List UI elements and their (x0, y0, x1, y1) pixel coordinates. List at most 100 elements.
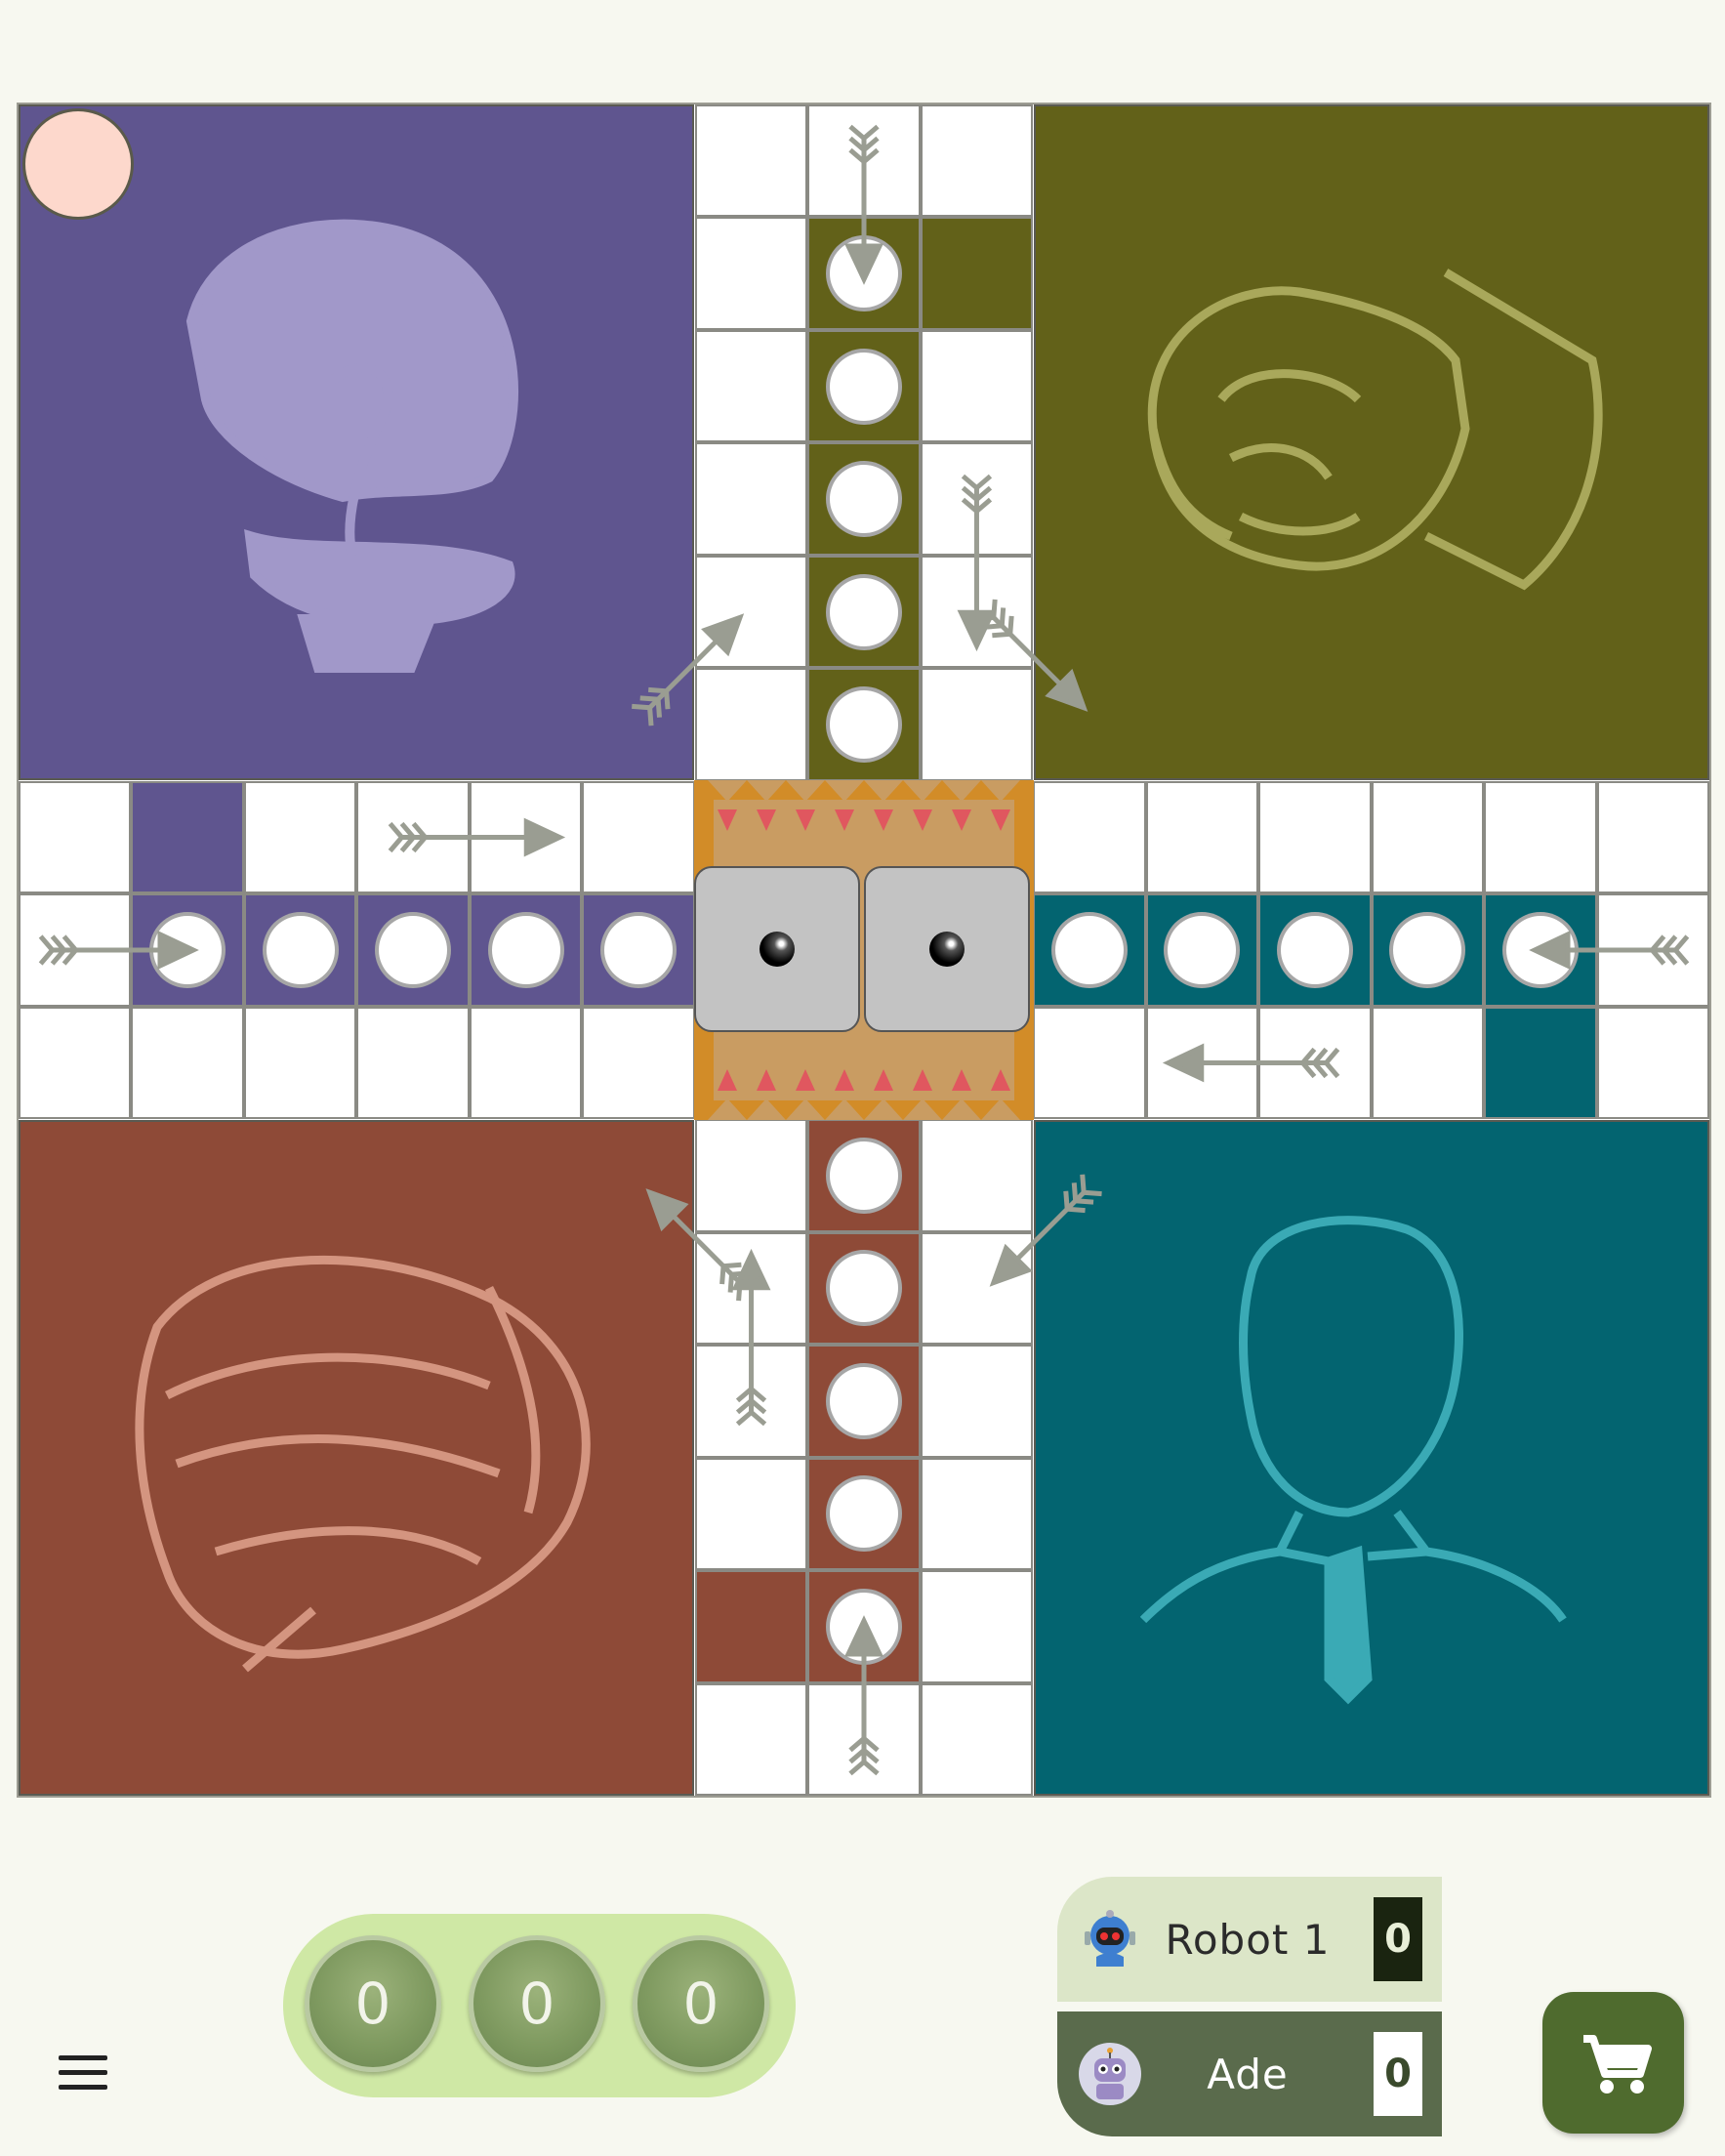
board-cell[interactable] (694, 668, 808, 781)
board-cell[interactable] (19, 1006, 132, 1120)
player-row-ade[interactable]: Ade 0 (1057, 2011, 1442, 2136)
board-cell[interactable] (469, 780, 583, 894)
teal-yard (1034, 1120, 1709, 1796)
board-cell[interactable] (694, 1570, 808, 1683)
board-cell[interactable] (920, 555, 1034, 669)
board-cell[interactable] (920, 1682, 1034, 1796)
board-cell[interactable] (1484, 1006, 1597, 1120)
board-cell[interactable] (920, 104, 1034, 218)
home-spot (826, 573, 902, 650)
board-cell[interactable] (694, 329, 808, 443)
board-cell[interactable] (582, 1006, 695, 1120)
die-left[interactable] (694, 866, 860, 1032)
player-token[interactable] (22, 108, 134, 220)
board-cell[interactable] (807, 1682, 921, 1796)
board-cell[interactable] (19, 780, 132, 894)
board-cell[interactable] (694, 442, 808, 556)
board-cell[interactable] (131, 780, 244, 894)
player-score: 0 (1374, 1897, 1422, 1981)
purple-portrait-art (185, 219, 518, 673)
board-cell[interactable] (1484, 780, 1597, 894)
board-cell[interactable] (920, 217, 1034, 330)
die-pip (760, 932, 795, 967)
home-spot (1389, 912, 1466, 988)
robot-avatar-icon (1079, 2043, 1141, 2105)
board-cell[interactable] (920, 668, 1034, 781)
shopping-cart-button[interactable] (1542, 1992, 1684, 2134)
board-cell[interactable] (920, 1570, 1034, 1683)
board-cell[interactable] (920, 1457, 1034, 1571)
board-cell[interactable] (694, 555, 808, 669)
board-cell[interactable] (920, 442, 1034, 556)
board-cell[interactable] (694, 1119, 808, 1232)
board-cell[interactable] (356, 780, 470, 894)
brown-yard (19, 1120, 694, 1796)
hamburger-menu-icon[interactable] (49, 2051, 117, 2099)
die-right[interactable] (864, 866, 1030, 1032)
player-name: Robot 1 (1165, 1915, 1331, 1964)
board-cell[interactable] (694, 217, 808, 330)
board-cell[interactable] (920, 1231, 1034, 1346)
counter-3: 0 (633, 1935, 769, 2072)
board-cell[interactable] (694, 104, 808, 218)
home-spot (826, 348, 902, 425)
home-spot (826, 461, 902, 538)
home-spot (1164, 912, 1241, 988)
board-cell[interactable] (1145, 1006, 1259, 1120)
board-cell[interactable] (131, 1006, 244, 1120)
board-cell[interactable] (582, 780, 695, 894)
counter-1: 0 (305, 1935, 441, 2072)
home-spot (826, 1588, 902, 1665)
board-cell[interactable] (1258, 1006, 1372, 1120)
home-spot (600, 912, 678, 988)
olive-yard (1034, 104, 1709, 780)
player-score: 0 (1374, 2032, 1422, 2116)
board-cell[interactable] (356, 1006, 470, 1120)
player-name: Ade (1207, 2050, 1289, 2098)
board-cell[interactable] (1596, 780, 1709, 894)
ludo-board (17, 103, 1711, 1798)
olive-portrait-art (1147, 269, 1603, 591)
board-cell[interactable] (243, 1006, 357, 1120)
home-spot (826, 1475, 902, 1553)
home-spot (826, 686, 902, 764)
home-spot (826, 1362, 902, 1439)
teal-portrait-art (1139, 1216, 1567, 1705)
board-cell[interactable] (1033, 780, 1146, 894)
board-cell[interactable] (920, 1119, 1034, 1232)
home-spot (1276, 912, 1353, 988)
board-cell[interactable] (1596, 1006, 1709, 1120)
board-cell[interactable] (1258, 780, 1372, 894)
board-cell[interactable] (920, 1345, 1034, 1458)
board-cell[interactable] (694, 1682, 808, 1796)
home-spot (149, 912, 226, 988)
board-cell[interactable] (807, 104, 921, 218)
board-cell[interactable] (1371, 780, 1485, 894)
home-spot (1050, 912, 1128, 988)
board-cell[interactable] (1145, 780, 1259, 894)
board-cell[interactable] (694, 1231, 808, 1346)
counter-2: 0 (469, 1935, 605, 2072)
center-home (694, 780, 1034, 1120)
home-spot (826, 1137, 902, 1214)
board-cell[interactable] (19, 893, 132, 1007)
board-cell[interactable] (1033, 1006, 1146, 1120)
board-cell[interactable] (694, 1457, 808, 1571)
shopping-cart-icon (1583, 2035, 1652, 2094)
home-spot (487, 912, 564, 988)
board-cell[interactable] (1371, 1006, 1485, 1120)
home-spot (262, 912, 339, 988)
player-row-robot[interactable]: Robot 1 0 (1057, 1877, 1442, 2002)
home-spot (826, 235, 902, 312)
home-spot (1501, 912, 1579, 988)
moves-counter-group: 0 0 0 (283, 1914, 796, 2097)
board-cell[interactable] (469, 1006, 583, 1120)
home-spot (375, 912, 452, 988)
board-cell[interactable] (694, 1345, 808, 1458)
board-cell[interactable] (920, 329, 1034, 443)
die-pip (929, 932, 965, 967)
brown-portrait-art (135, 1256, 591, 1673)
board-cell[interactable] (1596, 893, 1709, 1007)
board-cell[interactable] (243, 780, 357, 894)
robot-icon (1085, 1910, 1135, 1967)
